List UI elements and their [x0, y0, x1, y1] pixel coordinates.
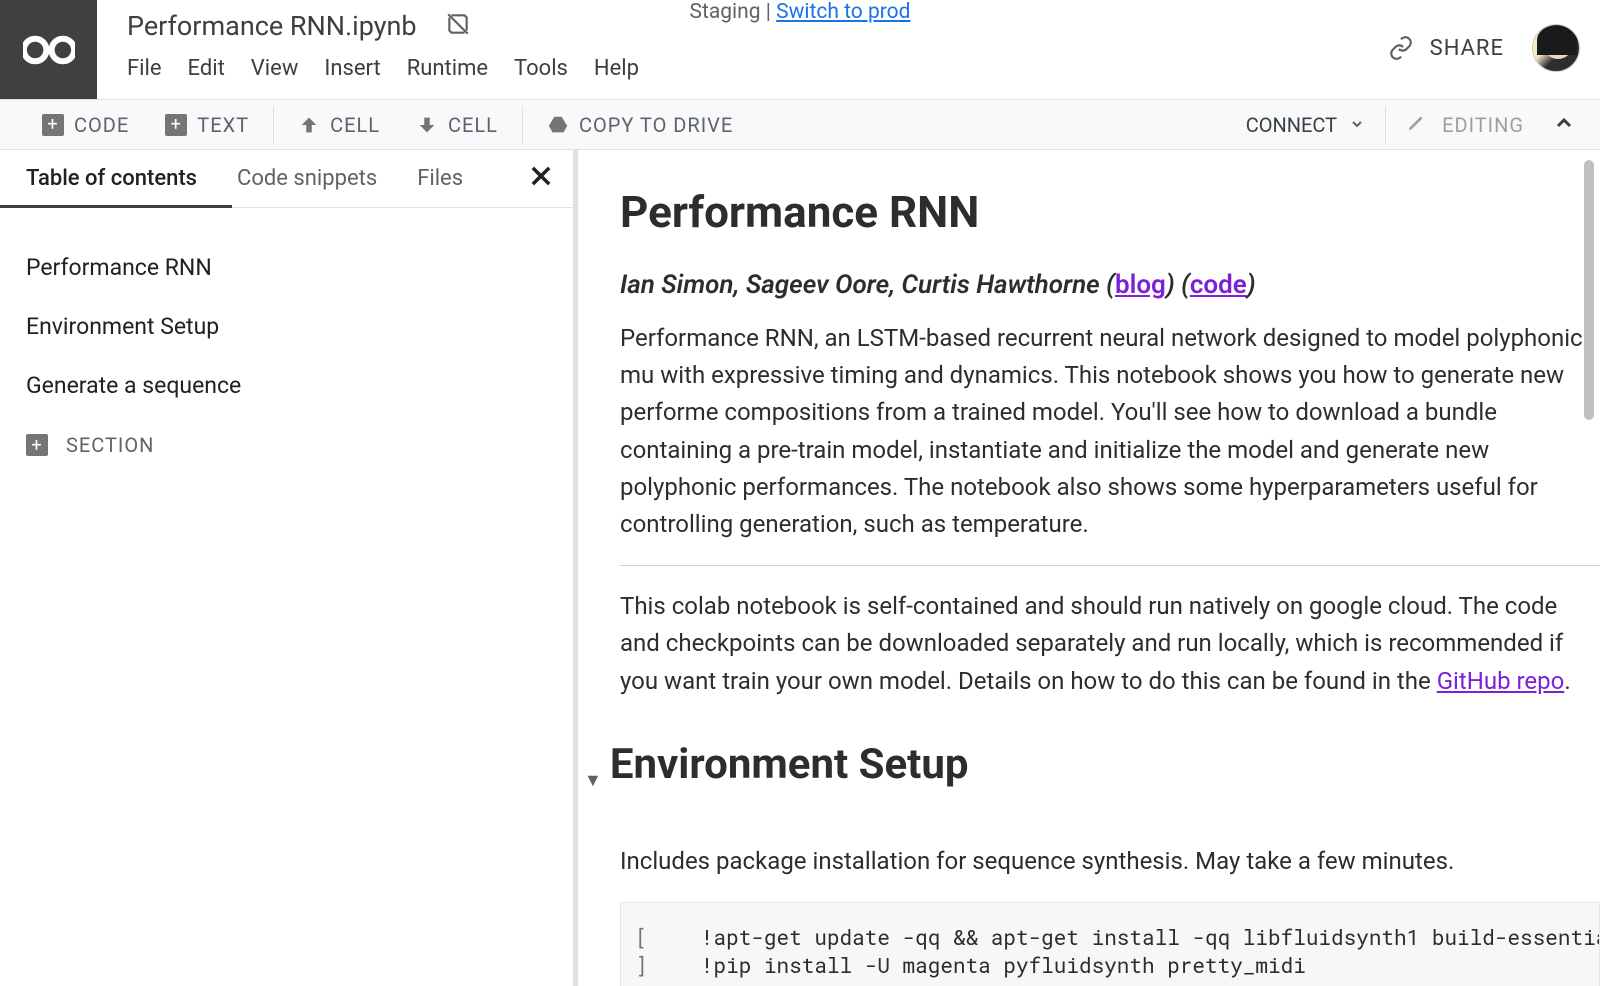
- add-code-button[interactable]: + CODE: [24, 113, 147, 137]
- add-text-label: TEXT: [197, 113, 249, 137]
- menu-insert[interactable]: Insert: [324, 56, 380, 81]
- chevron-up-icon: [1552, 111, 1576, 135]
- plus-icon: +: [165, 114, 187, 136]
- copy-to-drive-label: COPY TO DRIVE: [579, 113, 733, 137]
- collapse-section-icon[interactable]: ▼: [584, 770, 602, 791]
- move-cell-down-button[interactable]: CELL: [398, 113, 516, 137]
- toolbar-separator: [1385, 106, 1386, 144]
- scrollbar[interactable]: [1584, 160, 1594, 420]
- close-sidebar-button[interactable]: [527, 162, 555, 196]
- drive-icon: [547, 114, 569, 136]
- menu-bar: File Edit View Insert Runtime Tools Help: [127, 56, 1600, 81]
- code-cell-body[interactable]: !apt-get update -qq && apt-get install -…: [701, 923, 1599, 979]
- link-icon: [1388, 35, 1414, 61]
- connect-button[interactable]: CONNECT: [1232, 113, 1379, 137]
- authors-names: Ian Simon, Sageev Oore, Curtis Hawthorne: [620, 270, 1100, 300]
- menu-edit[interactable]: Edit: [188, 56, 225, 81]
- divider: [620, 565, 1600, 566]
- collapse-header-button[interactable]: [1538, 111, 1590, 139]
- tab-toc[interactable]: Table of contents: [26, 166, 197, 191]
- header-right: SHARE: [1388, 24, 1580, 72]
- code-cell[interactable]: [ ] !apt-get update -qq && apt-get insta…: [620, 902, 1600, 986]
- section-heading: ▼ Environment Setup: [584, 740, 1600, 821]
- close-icon: [527, 162, 555, 190]
- add-section-label: SECTION: [66, 433, 154, 457]
- cell-down-label: CELL: [448, 113, 498, 137]
- intro-paragraph-1: Performance RNN, an LSTM-based recurrent…: [620, 320, 1600, 543]
- env-setup-description: Includes package installation for sequen…: [620, 843, 1600, 880]
- share-button[interactable]: SHARE: [1388, 35, 1504, 61]
- main: Table of contents Code snippets Files Pe…: [0, 150, 1600, 986]
- intro-paragraph-2: This colab notebook is self-contained an…: [620, 588, 1600, 700]
- doc-title[interactable]: Performance RNN.ipynb: [127, 10, 417, 42]
- autosave-off-icon[interactable]: [445, 11, 471, 41]
- code-link[interactable]: code: [1190, 270, 1247, 300]
- toolbar-separator: [522, 106, 523, 144]
- toolbar: + CODE + TEXT CELL CELL COPY TO DRIVE CO…: [0, 99, 1600, 150]
- toc-list: Performance RNN Environment Setup Genera…: [0, 208, 577, 475]
- page-title: Performance RNN: [620, 186, 1600, 238]
- sidebar: Table of contents Code snippets Files Pe…: [0, 150, 578, 986]
- toc-item[interactable]: Environment Setup: [26, 297, 577, 356]
- notebook-area[interactable]: Performance RNN Ian Simon, Sageev Oore, …: [578, 150, 1600, 986]
- add-text-button[interactable]: + TEXT: [147, 113, 267, 137]
- github-repo-link[interactable]: GitHub repo: [1437, 667, 1565, 695]
- editing-label: EDITING: [1442, 113, 1524, 137]
- chevron-down-icon: [1349, 113, 1365, 137]
- toc-item[interactable]: Generate a sequence: [26, 356, 577, 415]
- blog-link[interactable]: blog: [1115, 270, 1166, 300]
- arrow-down-icon: [416, 114, 438, 136]
- switch-to-prod-link[interactable]: Switch to prod: [776, 0, 910, 24]
- menu-help[interactable]: Help: [594, 56, 639, 81]
- avatar[interactable]: [1532, 24, 1580, 72]
- colab-logo[interactable]: [0, 0, 97, 99]
- share-label: SHARE: [1430, 36, 1504, 61]
- toc-item[interactable]: Performance RNN: [26, 238, 577, 297]
- add-section-button[interactable]: + SECTION: [26, 415, 577, 475]
- plus-icon: +: [42, 114, 64, 136]
- tab-files[interactable]: Files: [417, 166, 463, 191]
- menu-file[interactable]: File: [127, 56, 162, 81]
- arrow-up-icon: [298, 114, 320, 136]
- menu-view[interactable]: View: [251, 56, 299, 81]
- connect-label: CONNECT: [1246, 113, 1337, 137]
- plus-icon: +: [26, 434, 48, 456]
- section-title: Environment Setup: [610, 740, 969, 789]
- sidebar-tabs: Table of contents Code snippets Files: [0, 150, 577, 208]
- move-cell-up-button[interactable]: CELL: [280, 113, 398, 137]
- code-cell-gutter[interactable]: [ ]: [621, 923, 671, 979]
- copy-to-drive-button[interactable]: COPY TO DRIVE: [529, 113, 751, 137]
- editing-mode-button[interactable]: EDITING: [1392, 111, 1538, 138]
- colab-logo-icon: [23, 33, 75, 67]
- menu-runtime[interactable]: Runtime: [407, 56, 488, 81]
- toolbar-separator: [273, 106, 274, 144]
- add-code-label: CODE: [74, 113, 129, 137]
- pencil-icon: [1406, 111, 1428, 138]
- menu-tools[interactable]: Tools: [514, 56, 568, 81]
- cell-up-label: CELL: [330, 113, 380, 137]
- authors-line: Ian Simon, Sageev Oore, Curtis Hawthorne…: [620, 270, 1600, 300]
- tab-snippets[interactable]: Code snippets: [237, 166, 377, 191]
